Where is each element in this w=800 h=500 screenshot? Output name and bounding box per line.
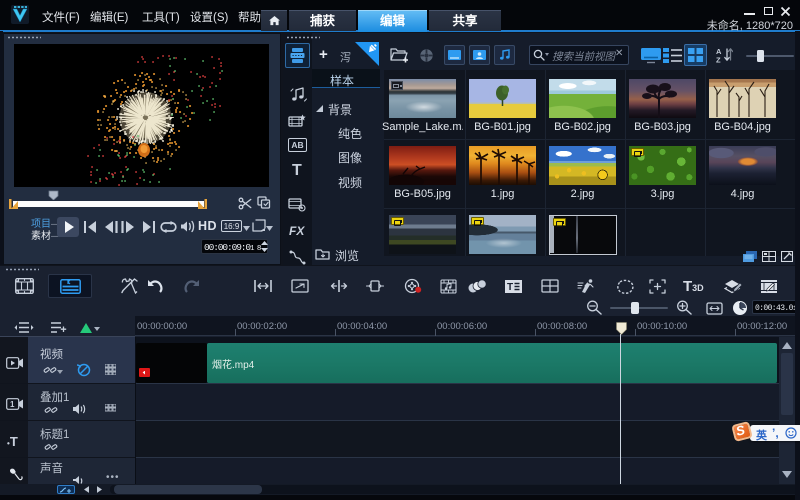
svg-text:Z: Z [716,56,721,64]
svg-text:T: T [507,282,513,293]
svg-text:1: 1 [10,400,15,409]
